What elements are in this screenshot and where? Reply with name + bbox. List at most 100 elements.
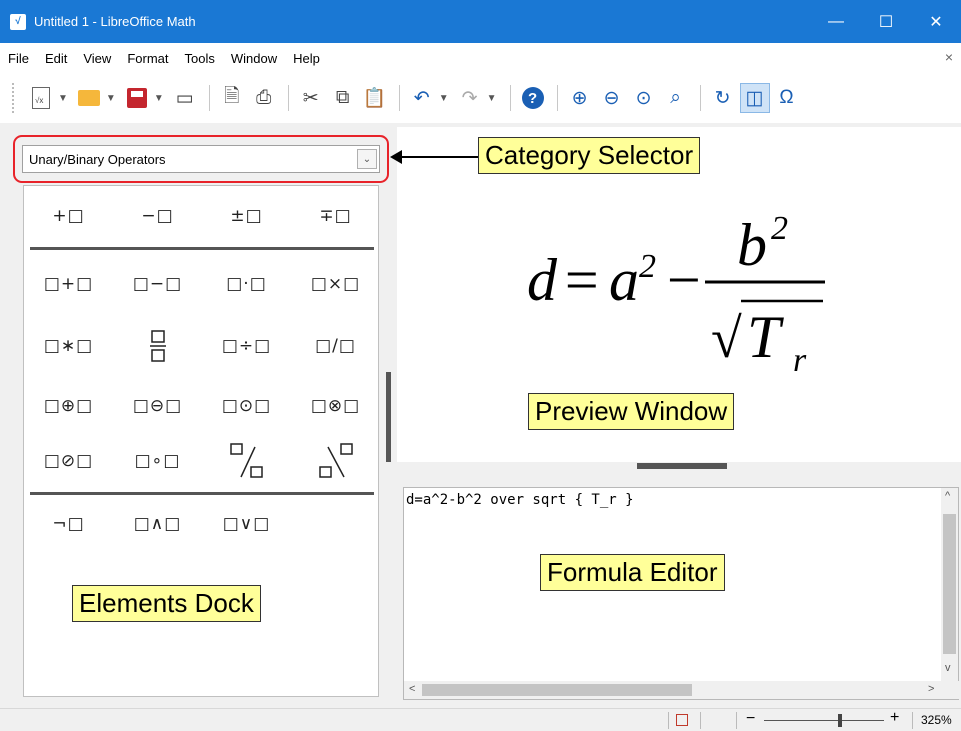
- document-modified-icon[interactable]: [676, 714, 688, 726]
- element-circle-plus[interactable]: □⊕□: [24, 386, 113, 426]
- element-minus-plus[interactable]: ∓□: [291, 196, 380, 236]
- insert-icon[interactable]: ▭: [170, 83, 200, 113]
- scroll-right-icon[interactable]: >: [928, 683, 934, 695]
- splitter-grip[interactable]: [637, 463, 727, 469]
- menu-format[interactable]: Format: [119, 51, 176, 66]
- save-dropdown-icon[interactable]: ▼: [154, 93, 164, 104]
- element-circle-slash[interactable]: □⊘□: [24, 441, 113, 481]
- element-dot[interactable]: □·□: [202, 264, 291, 304]
- export-pdf-icon[interactable]: 🗎: [217, 83, 247, 113]
- scroll-up-icon[interactable]: ^: [945, 490, 950, 502]
- zoom-out-button[interactable]: −: [746, 710, 755, 728]
- wide-backslash-icon: [318, 443, 353, 478]
- libreoffice-math-icon: √: [10, 13, 26, 30]
- element-plus[interactable]: +□: [24, 196, 113, 236]
- category-selector[interactable]: Unary/Binary Operators ⌄: [22, 145, 380, 173]
- new-formula-icon[interactable]: [26, 83, 56, 113]
- element-asterisk[interactable]: □∗□: [24, 326, 113, 366]
- element-circle-minus[interactable]: □⊖□: [113, 386, 202, 426]
- binary-row-4: □⊘□ □∘□: [24, 441, 380, 481]
- zoom-in-icon[interactable]: ⊕: [565, 83, 595, 113]
- redo-icon[interactable]: ↷: [455, 83, 485, 113]
- menu-window[interactable]: Window: [223, 51, 285, 66]
- formula-b-exponent: 2: [771, 210, 788, 247]
- callout-arrow: [393, 156, 479, 158]
- callout-formula-editor: Formula Editor: [540, 554, 725, 591]
- status-bar: − + 325%: [0, 708, 961, 731]
- redo-dropdown-icon[interactable]: ▼: [487, 93, 497, 104]
- zoom-in-button[interactable]: +: [890, 709, 899, 727]
- menu-view[interactable]: View: [75, 51, 119, 66]
- element-minus[interactable]: −□: [113, 196, 202, 236]
- element-fraction[interactable]: [113, 326, 202, 366]
- toolbar-handle[interactable]: [12, 83, 16, 113]
- minimize-button[interactable]: —: [811, 0, 861, 43]
- horizontal-scrollbar[interactable]: < >: [404, 681, 960, 699]
- save-icon[interactable]: [122, 83, 152, 113]
- help-icon[interactable]: ?: [518, 83, 548, 113]
- symbols-icon[interactable]: Ω: [772, 83, 802, 113]
- formula-sqrt: √: [711, 308, 742, 370]
- status-separator: [736, 712, 737, 729]
- formula-cursor-icon[interactable]: ◫: [739, 83, 770, 113]
- new-dropdown-icon[interactable]: ▼: [58, 93, 68, 104]
- zoom-slider[interactable]: [764, 720, 884, 721]
- callout-category-selector: Category Selector: [478, 137, 701, 174]
- menu-tools[interactable]: Tools: [176, 51, 222, 66]
- element-subtract[interactable]: □−□: [113, 264, 202, 304]
- toolbar-separator: [556, 85, 558, 111]
- menu-file[interactable]: File: [0, 51, 37, 66]
- toolbar-separator: [398, 85, 400, 111]
- zoom-out-icon[interactable]: ⊖: [597, 83, 627, 113]
- element-add[interactable]: □+□: [24, 264, 113, 304]
- vertical-scrollbar[interactable]: ^ v: [941, 488, 958, 682]
- paste-icon[interactable]: 📋: [360, 83, 390, 113]
- callout-elements-dock: Elements Dock: [72, 585, 261, 622]
- formula-editor[interactable]: d=a^2-b^2 over sqrt { T_r } ^ v < >: [403, 487, 960, 700]
- element-plus-minus[interactable]: ±□: [202, 196, 291, 236]
- element-wide-backslash[interactable]: [291, 441, 380, 481]
- close-button[interactable]: ✕: [911, 0, 961, 43]
- element-slash[interactable]: □/□: [291, 326, 380, 366]
- element-circle-dot[interactable]: □⊙□: [202, 386, 291, 426]
- copy-icon[interactable]: ⧉: [328, 83, 358, 113]
- open-dropdown-icon[interactable]: ▼: [106, 93, 116, 104]
- menu-edit[interactable]: Edit: [37, 51, 75, 66]
- element-and[interactable]: □∧□: [113, 504, 202, 544]
- open-folder-icon[interactable]: [74, 83, 104, 113]
- formula-a: a: [609, 247, 639, 313]
- undo-dropdown-icon[interactable]: ▼: [439, 93, 449, 104]
- zoom-100-icon[interactable]: ⊙: [629, 83, 659, 113]
- close-document-icon[interactable]: ×: [945, 49, 953, 65]
- logic-row: ¬□ □∧□ □∨□: [24, 504, 380, 544]
- element-or[interactable]: □∨□: [202, 504, 291, 544]
- formula-equals: =: [561, 247, 602, 313]
- formula-T: T: [747, 304, 784, 370]
- element-times[interactable]: □×□: [291, 264, 380, 304]
- scroll-down-icon[interactable]: v: [945, 662, 951, 674]
- preview-editor-splitter[interactable]: [397, 462, 961, 472]
- undo-icon[interactable]: ↶: [407, 83, 437, 113]
- element-divide[interactable]: □÷□: [202, 326, 291, 366]
- element-wide-slash[interactable]: [202, 441, 291, 481]
- show-all-icon[interactable]: ⌕: [661, 83, 691, 113]
- element-ring[interactable]: □∘□: [113, 441, 202, 481]
- formula-a-exponent: 2: [639, 248, 656, 285]
- toolbar-separator: [509, 85, 511, 111]
- zoom-slider-thumb[interactable]: [838, 714, 842, 727]
- dock-splitter[interactable]: [386, 372, 391, 462]
- element-not[interactable]: ¬□: [24, 504, 113, 544]
- cut-icon[interactable]: ✂: [296, 83, 326, 113]
- vertical-scroll-thumb[interactable]: [943, 514, 956, 654]
- chevron-down-icon[interactable]: ⌄: [357, 149, 377, 169]
- wide-slash-icon: [229, 443, 263, 478]
- horizontal-scroll-thumb[interactable]: [422, 684, 692, 696]
- zoom-level[interactable]: 325%: [921, 713, 952, 727]
- print-icon[interactable]: ⎙: [249, 83, 279, 113]
- formula-editor-text[interactable]: d=a^2-b^2 over sqrt { T_r }: [406, 492, 634, 508]
- menu-help[interactable]: Help: [285, 51, 328, 66]
- element-circle-times[interactable]: □⊗□: [291, 386, 380, 426]
- update-icon[interactable]: ↻: [708, 83, 738, 113]
- scroll-left-icon[interactable]: <: [409, 683, 415, 695]
- maximize-button[interactable]: ☐: [861, 0, 911, 43]
